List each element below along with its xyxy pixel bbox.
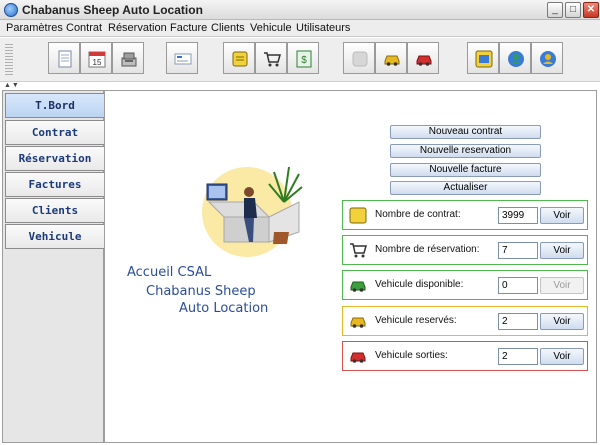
caption-line-1: Accueil CSAL [127,265,212,280]
available-vehicles-box: Vehicule disponible: 0 Voir [342,270,588,300]
collapse-arrows-icon[interactable]: ▲▼ [4,82,20,89]
reservation-count-label: Nombre de réservation: [375,244,480,255]
car-green-icon [350,281,366,292]
tab-reservation[interactable]: Réservation [5,146,104,171]
car-yellow-icon [350,317,366,328]
toolbar-car-yellow-button[interactable] [375,42,407,74]
view-available-vehicles-button[interactable]: Voir [540,277,584,294]
toolbar-user-settings-button[interactable] [499,42,531,74]
toolbar-cart-button[interactable] [255,42,287,74]
available-vehicles-field[interactable]: 0 [498,277,538,294]
card-icon [174,53,192,65]
menu-utilisateurs[interactable]: Utilisateurs [296,22,350,34]
menu-parametres[interactable]: Paramètres [6,22,63,34]
new-reservation-button[interactable]: Nouvelle reservation [390,144,541,158]
rented-vehicles-field[interactable]: 2 [498,348,538,365]
side-tab-panel: T.Bord Contrat Réservation Factures Clie… [2,90,104,443]
cart-icon [264,52,281,67]
rented-vehicles-box: Vehicule sorties: 2 Voir [342,341,588,371]
note-icon [232,51,248,67]
reserved-vehicles-label: Vehicule reservés: [375,315,457,326]
new-contract-button[interactable]: Nouveau contrat [390,125,541,139]
invoice-icon: $ [296,50,312,68]
menu-reservation[interactable]: Réservation [108,22,167,34]
app-logo-icon [4,3,18,17]
client-card-icon [475,50,493,68]
reservation-count-box: Nombre de réservation: 7 Voir [342,235,588,265]
contract-count-label: Nombre de contrat: [375,209,461,220]
maximize-button[interactable]: □ [565,2,581,18]
car-disabled-icon [352,51,368,67]
toolbar-client-card-button[interactable] [467,42,499,74]
toolbar-invoice-button[interactable]: $ [287,42,319,74]
close-button[interactable]: ✕ [583,2,599,18]
tab-factures[interactable]: Factures [5,172,104,197]
contract-count-box: Nombre de contrat: 3999 Voir [342,200,588,230]
tab-tbord[interactable]: T.Bord [5,93,104,118]
view-reserved-vehicles-button[interactable]: Voir [540,313,584,330]
reserved-vehicles-field[interactable]: 2 [498,313,538,330]
toolbar: 15 $ [0,38,600,82]
available-vehicles-label: Vehicule disponible: [375,279,464,290]
user-key-icon [540,51,556,67]
view-rented-vehicles-button[interactable]: Voir [540,348,584,365]
reserved-vehicles-box: Vehicule reservés: 2 Voir [342,306,588,336]
toolbar-car-disabled-button[interactable] [343,42,375,74]
caption-line-2: Chabanus Sheep [146,284,256,299]
title-bar: Chabanus Sheep Auto Location _ □ ✕ [0,0,600,20]
tab-clients[interactable]: Clients [5,198,104,223]
svg-text:$: $ [301,55,307,66]
tab-vehicule[interactable]: Vehicule [5,224,104,249]
menu-bar: Paramètres Contrat Réservation Facture C… [0,20,600,37]
user-settings-icon [508,51,524,67]
toolbar-document-button[interactable] [48,42,80,74]
menu-contrat[interactable]: Contrat [66,22,102,34]
view-reservations-button[interactable]: Voir [540,242,584,259]
car-yellow-icon [384,55,400,66]
cash-register-icon [121,52,137,67]
toolbar-car-red-button[interactable] [407,42,439,74]
reservation-count-field[interactable]: 7 [498,242,538,259]
menu-clients[interactable]: Clients [211,22,245,34]
calendar-day: 15 [93,58,102,67]
toolbar-grip[interactable] [5,44,13,76]
document-icon [58,50,72,68]
toolbar-note-button[interactable] [223,42,255,74]
menu-vehicule[interactable]: Vehicule [250,22,292,34]
toolbar-calendar-button[interactable]: 15 [80,42,112,74]
contract-count-field[interactable]: 3999 [498,207,538,224]
toolbar-card-button[interactable] [166,42,198,74]
cart-icon [350,243,367,258]
car-red-icon [416,55,432,66]
caption-line-3: Auto Location [179,301,269,316]
note-icon [349,207,367,224]
tab-contrat[interactable]: Contrat [5,120,104,145]
view-contracts-button[interactable]: Voir [540,207,584,224]
toolbar-user-key-button[interactable] [531,42,563,74]
new-invoice-button[interactable]: Nouvelle facture [390,163,541,177]
calendar-icon: 15 [88,51,106,68]
toolbar-cash-register-button[interactable] [112,42,144,74]
refresh-button[interactable]: Actualiser [390,181,541,195]
car-red-icon [350,352,366,363]
rented-vehicles-label: Vehicule sorties: [375,350,448,361]
menu-facture[interactable]: Facture [170,22,207,34]
minimize-button[interactable]: _ [547,2,563,18]
office-illustration [202,166,303,257]
window-title: Chabanus Sheep Auto Location [22,3,203,17]
